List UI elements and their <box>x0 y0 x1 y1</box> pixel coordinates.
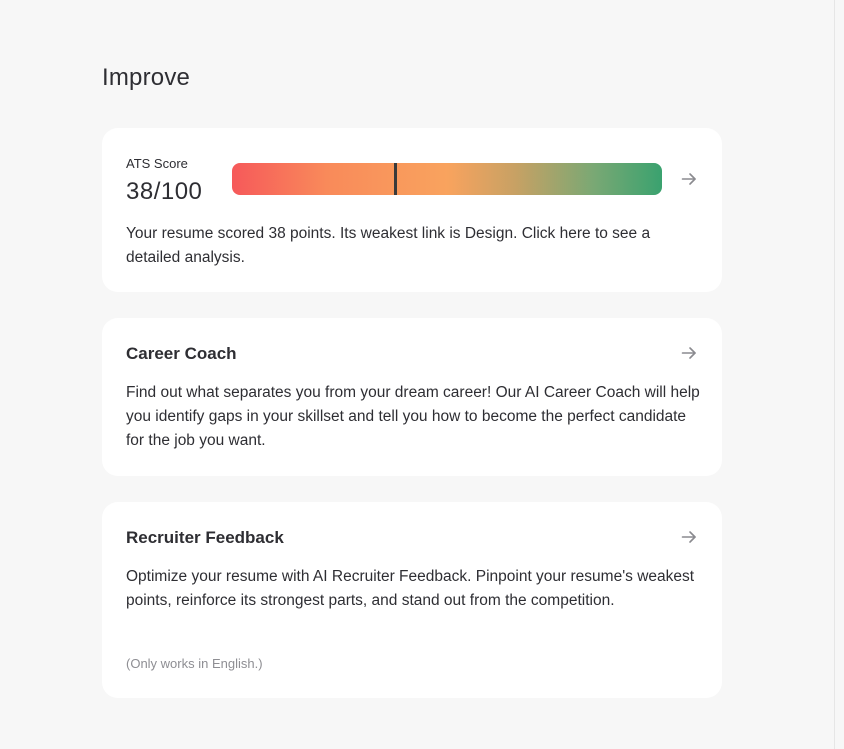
recruiter-feedback-title: Recruiter Feedback <box>126 528 284 547</box>
arrow-right-icon[interactable] <box>680 170 698 188</box>
page-title: Improve <box>102 64 191 91</box>
ats-score-description: Your resume scored 38 points. Its weakes… <box>126 225 651 266</box>
ats-score-label: ATS Score <box>126 156 188 171</box>
career-coach-description: Find out what separates you from your dr… <box>126 384 700 449</box>
ats-score-bar <box>232 163 662 195</box>
arrow-right-icon[interactable] <box>680 528 698 546</box>
ats-score-value: 38/100 <box>126 178 203 205</box>
career-coach-card[interactable]: Career Coach Find out what separates you… <box>102 318 722 476</box>
arrow-right-icon[interactable] <box>680 344 698 362</box>
ats-score-card[interactable]: ATS Score 38/100 Your resume scored 38 p… <box>102 128 722 292</box>
ats-score-marker <box>394 163 398 195</box>
recruiter-feedback-note: (Only works in English.) <box>126 656 263 671</box>
recruiter-feedback-description: Optimize your resume with AI Recruiter F… <box>126 568 695 609</box>
right-panel-divider <box>834 0 835 749</box>
career-coach-title: Career Coach <box>126 344 237 363</box>
recruiter-feedback-card[interactable]: Recruiter Feedback Optimize your resume … <box>102 502 722 698</box>
